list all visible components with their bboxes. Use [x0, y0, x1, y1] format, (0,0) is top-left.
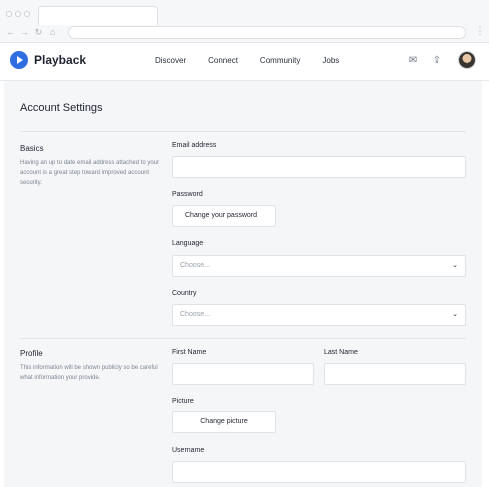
browser-tab[interactable] — [38, 6, 158, 25]
reload-icon[interactable]: ↻ — [34, 27, 43, 37]
nav-jobs[interactable]: Jobs — [322, 56, 339, 65]
browser-chrome: ← → ↻ ⌂ ⋮ — [0, 0, 489, 43]
change-password-button[interactable]: Change your password — [172, 205, 276, 227]
profile-description: This information will be shown publicly … — [20, 365, 158, 381]
change-picture-button[interactable]: Change picture — [172, 411, 276, 433]
divider — [20, 131, 466, 132]
mail-icon[interactable]: ✉ — [407, 55, 419, 67]
nav-community[interactable]: Community — [260, 56, 300, 65]
language-label: Language — [172, 240, 204, 247]
language-select-value: Choose... — [180, 262, 210, 269]
username-label: Username — [172, 447, 205, 454]
minimize-window-dot[interactable] — [15, 11, 21, 17]
upload-icon[interactable]: ⇪ — [431, 55, 443, 67]
chevron-down-icon: ⌄ — [452, 311, 458, 318]
last-name-label: Last Name — [324, 349, 358, 356]
divider — [20, 338, 466, 339]
basics-description: Having an up to date email address attac… — [20, 160, 160, 186]
picture-label: Picture — [172, 398, 194, 405]
page-title: Account Settings — [20, 102, 103, 114]
email-label: Email address — [172, 142, 217, 149]
first-name-label: First Name — [172, 349, 207, 356]
first-name-field[interactable] — [172, 363, 314, 385]
app-header: Playback Discover Connect Community Jobs… — [0, 43, 489, 81]
maximize-window-dot[interactable] — [24, 11, 30, 17]
last-name-field[interactable] — [324, 363, 466, 385]
window-controls — [6, 11, 30, 17]
email-field[interactable] — [172, 156, 466, 178]
username-field[interactable] — [172, 461, 466, 483]
close-window-dot[interactable] — [6, 11, 12, 17]
nav-discover[interactable]: Discover — [155, 56, 186, 65]
country-select[interactable]: Choose... ⌄ — [172, 304, 466, 326]
profile-title: Profile — [20, 349, 43, 358]
home-icon[interactable]: ⌂ — [48, 27, 57, 37]
language-select[interactable]: Choose... ⌄ — [172, 255, 466, 277]
brand-name: Playback — [34, 53, 87, 67]
address-bar[interactable] — [68, 26, 466, 39]
play-logo-icon — [10, 51, 28, 69]
nav-connect[interactable]: Connect — [208, 56, 238, 65]
browser-menu-icon[interactable]: ⋮ — [475, 26, 485, 38]
avatar[interactable] — [458, 51, 476, 69]
chevron-down-icon: ⌄ — [452, 262, 458, 269]
forward-icon[interactable]: → — [20, 27, 29, 37]
main-nav: Discover Connect Community Jobs — [155, 56, 361, 65]
country-label: Country — [172, 290, 197, 297]
country-select-value: Choose... — [180, 311, 210, 318]
basics-title: Basics — [20, 144, 44, 153]
browser-nav-buttons: ← → ↻ ⌂ — [6, 27, 57, 37]
settings-page: Account Settings Basics Having an up to … — [4, 81, 482, 487]
back-icon[interactable]: ← — [6, 27, 15, 37]
password-label: Password — [172, 191, 203, 198]
brand-logo[interactable]: Playback — [10, 51, 86, 69]
